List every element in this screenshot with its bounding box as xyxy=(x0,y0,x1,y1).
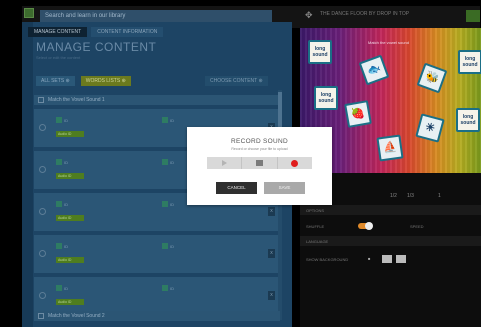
cancel-button[interactable]: CANCEL xyxy=(216,182,257,194)
recorder-controls xyxy=(207,157,312,169)
dialog-title: RECORD SOUND xyxy=(230,138,289,145)
dialog-subtitle: Record or choose your file to upload xyxy=(231,147,288,151)
dialog-actions: CANCEL SAVE xyxy=(216,182,305,194)
play-button[interactable] xyxy=(207,157,243,169)
play-icon xyxy=(221,160,227,166)
record-icon xyxy=(291,159,299,167)
stop-icon xyxy=(255,160,263,166)
save-button[interactable]: SAVE xyxy=(264,182,305,194)
record-sound-dialog: RECORD SOUND Record or choose your file … xyxy=(187,127,332,205)
record-button[interactable] xyxy=(278,157,312,169)
stop-button[interactable] xyxy=(242,157,278,169)
